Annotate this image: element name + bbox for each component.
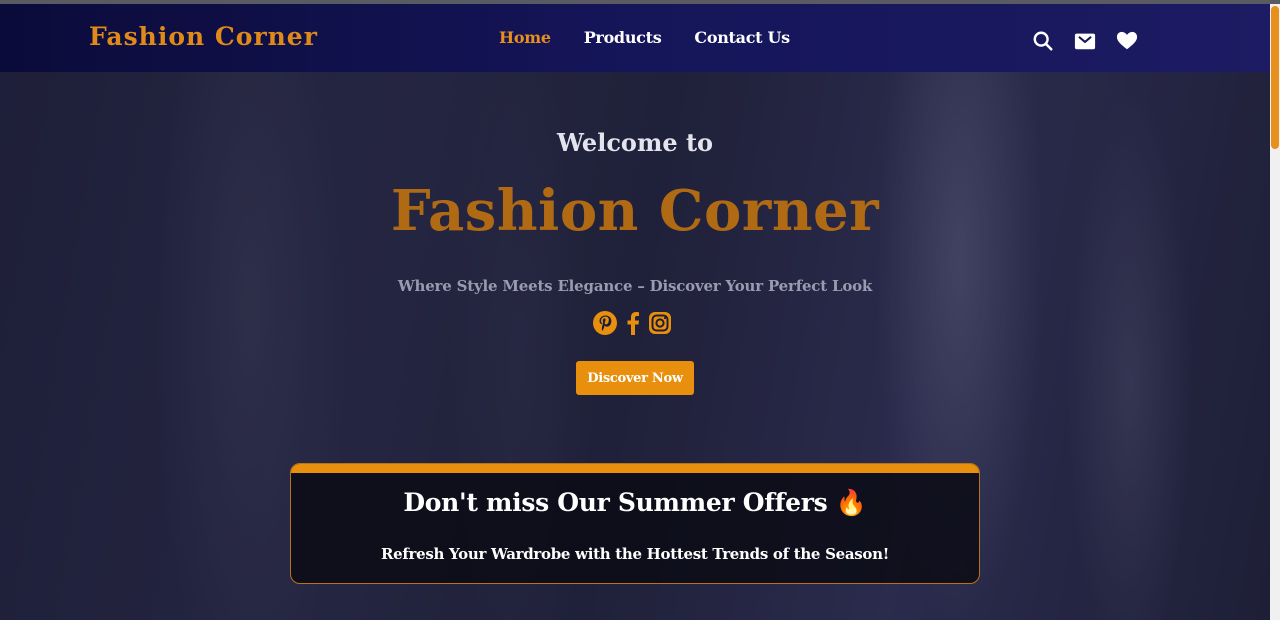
offer-title: Don't miss Our Summer Offers 🔥 (403, 488, 867, 517)
nav-link-contact[interactable]: Contact Us (694, 28, 790, 47)
scrollbar-thumb[interactable] (1271, 6, 1279, 149)
pinterest-icon[interactable] (592, 310, 618, 336)
nav-link-home[interactable]: Home (499, 28, 551, 47)
instagram-icon[interactable] (648, 311, 672, 335)
nav-links: Home Products Contact Us (499, 28, 823, 47)
facebook-icon[interactable] (626, 311, 640, 335)
hero-tagline: Where Style Meets Elegance – Discover Yo… (397, 277, 873, 295)
summer-offer-card: Don't miss Our Summer Offers 🔥 Refresh Y… (290, 463, 980, 584)
cart-icon[interactable] (1074, 30, 1096, 52)
nav-icons (1032, 30, 1158, 52)
nav-link-products[interactable]: Products (584, 28, 662, 47)
offer-accent-bar (291, 464, 979, 473)
brand-logo[interactable]: Fashion Corner (89, 22, 318, 51)
social-links (592, 310, 680, 336)
search-icon[interactable] (1032, 30, 1054, 52)
discover-now-button[interactable]: Discover Now (576, 361, 694, 395)
offer-subtitle: Refresh Your Wardrobe with the Hottest T… (380, 545, 890, 563)
heart-icon[interactable] (1116, 30, 1138, 52)
hero-title: Fashion Corner (390, 178, 880, 244)
navbar: Fashion Corner Home Products Contact Us (0, 4, 1270, 72)
hero-welcome-text: Welcome to (556, 128, 714, 157)
